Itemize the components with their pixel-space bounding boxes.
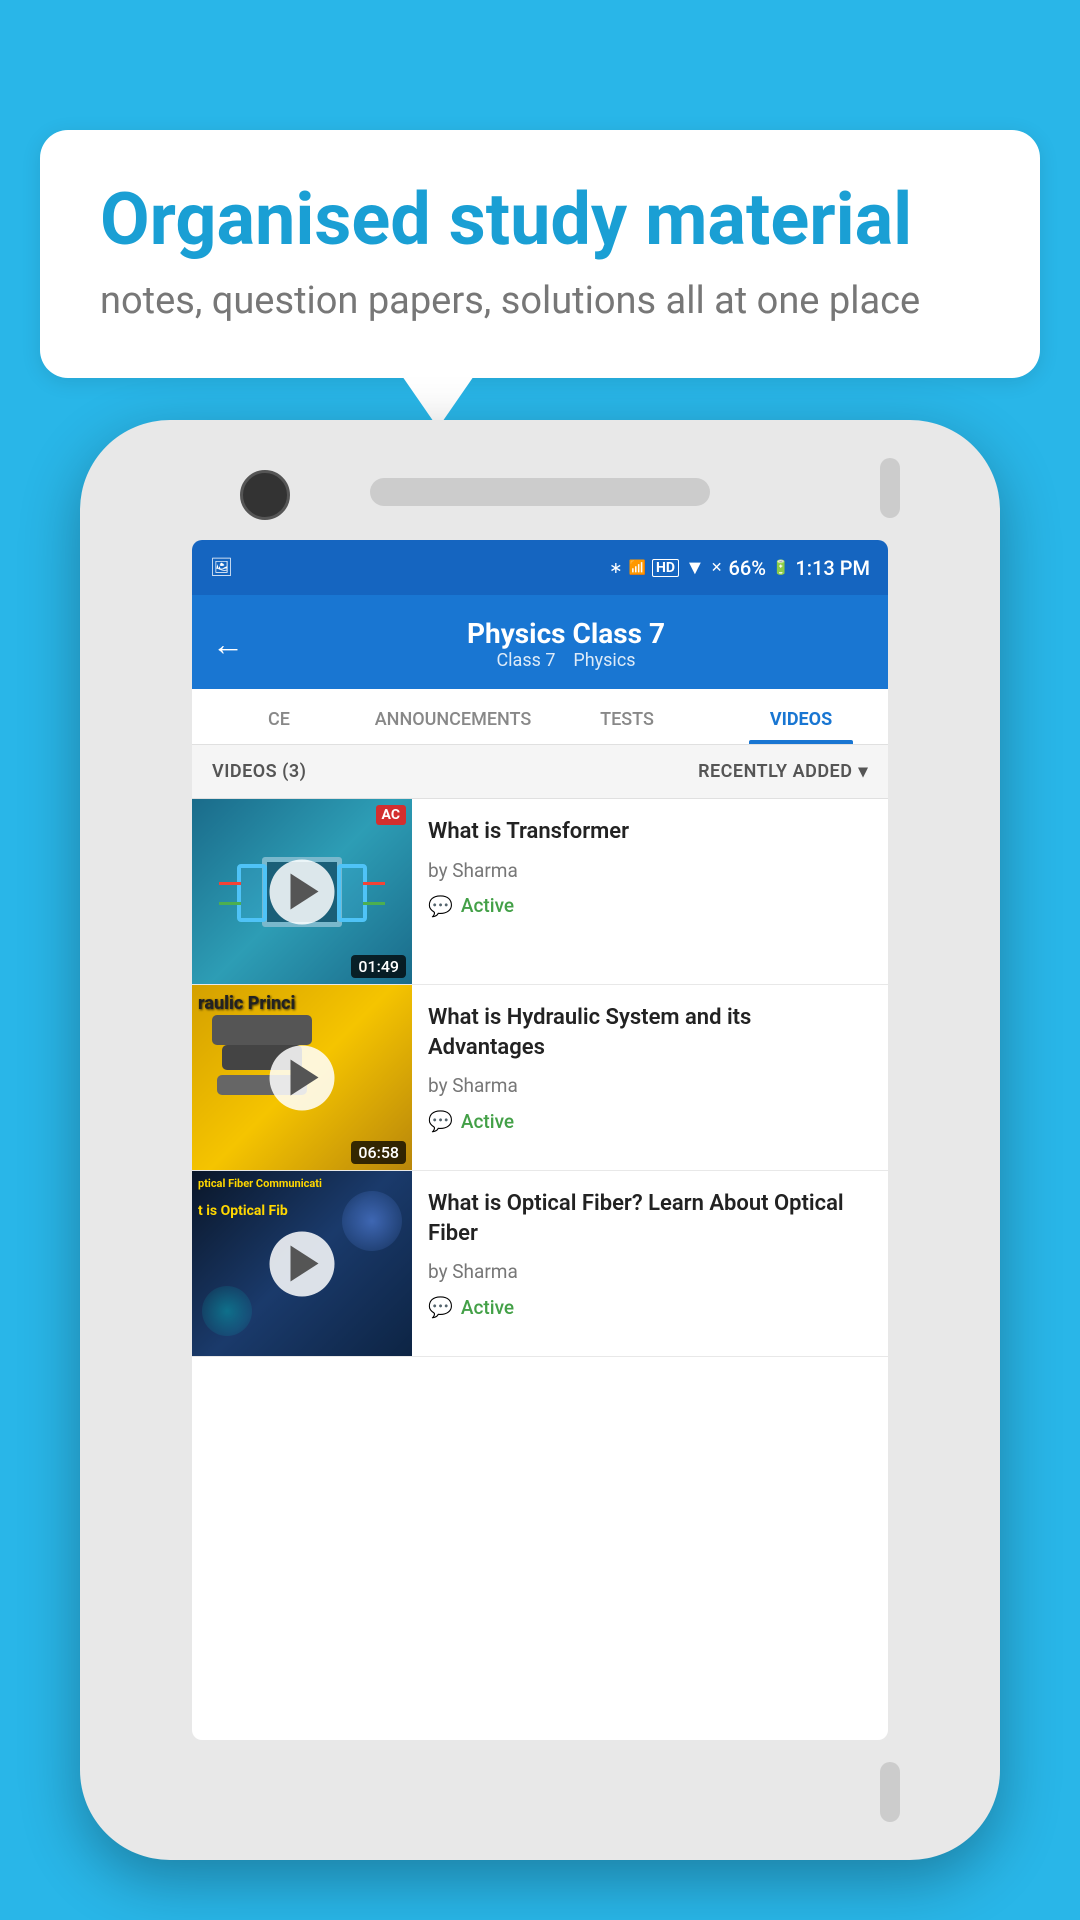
hd-badge: HD [652, 559, 679, 577]
phone-frame: 🖼 ∗ 📶 HD ▼ ✕ 66% 🔋 1:13 PM ← Physics Cla… [80, 420, 1000, 1860]
tab-announcements[interactable]: ANNOUNCEMENTS [366, 689, 540, 744]
video-info-2: What is Hydraulic System and its Advanta… [412, 985, 888, 1170]
video-duration-1: 01:49 [351, 955, 406, 978]
video-status-3: 💬 Active [428, 1295, 872, 1319]
thumb-text-3b: t is Optical Fib [198, 1203, 288, 1220]
image-icon: 🖼 [210, 557, 233, 578]
status-bar: 🖼 ∗ 📶 HD ▼ ✕ 66% 🔋 1:13 PM [192, 540, 888, 595]
app-bar-title-block: Physics Class 7 Class 7 Physics [264, 617, 868, 671]
play-button-3[interactable] [270, 1231, 335, 1296]
video-title-3: What is Optical Fiber? Learn About Optic… [428, 1189, 872, 1248]
video-thumbnail-1: AC 01:49 [192, 799, 412, 984]
phone-power-button [880, 458, 900, 518]
status-right: ∗ 📶 HD ▼ ✕ 66% 🔋 1:13 PM [609, 555, 870, 580]
video-author-3: by Sharma [428, 1260, 872, 1283]
video-count-label: VIDEOS (3) [212, 761, 306, 782]
bluetooth-icon: ∗ [609, 558, 622, 577]
active-status-1: Active [461, 894, 514, 917]
video-status-1: 💬 Active [428, 894, 872, 918]
signal-icon: 📶 [629, 560, 646, 576]
wifi-icon: ▼ [685, 555, 705, 580]
data-icon: ✕ [711, 560, 723, 576]
bubble-title: Organised study material [100, 180, 980, 259]
phone-volume-button [880, 1762, 900, 1822]
tab-bar: CE ANNOUNCEMENTS TESTS VIDEOS [192, 689, 888, 745]
app-bar: ← Physics Class 7 Class 7 Physics [192, 595, 888, 689]
thumb-text-3a: ptical Fiber Communicati [198, 1177, 322, 1190]
video-list: AC 01:49 What is Transformer by Sharma 💬… [192, 799, 888, 1357]
video-info-1: What is Transformer by Sharma 💬 Active [412, 799, 888, 984]
battery-icon: 🔋 [772, 560, 789, 576]
video-duration-2: 06:58 [351, 1141, 406, 1164]
phone-camera [240, 470, 290, 520]
video-status-2: 💬 Active [428, 1109, 872, 1133]
app-bar-title: Physics Class 7 [264, 617, 868, 650]
video-title-2: What is Hydraulic System and its Advanta… [428, 1003, 872, 1062]
sort-label: RECENTLY ADDED [698, 761, 852, 782]
thumb-text-2: raulic Princi [198, 993, 295, 1015]
battery-percent: 66% [728, 556, 765, 580]
time-display: 1:13 PM [795, 556, 870, 580]
bubble-subtitle: notes, question papers, solutions all at… [100, 279, 980, 323]
active-status-2: Active [461, 1110, 514, 1133]
video-author-2: by Sharma [428, 1074, 872, 1097]
video-author-1: by Sharma [428, 859, 872, 882]
list-item[interactable]: ptical Fiber Communicati t is Optical Fi… [192, 1171, 888, 1357]
tab-ce[interactable]: CE [192, 689, 366, 744]
tab-videos[interactable]: VIDEOS [714, 689, 888, 744]
list-item[interactable]: raulic Princi 06:58 What is Hydraulic Sy… [192, 985, 888, 1171]
video-thumbnail-2: raulic Princi 06:58 [192, 985, 412, 1170]
video-title-1: What is Transformer [428, 817, 872, 847]
chat-icon-2: 💬 [428, 1109, 453, 1133]
video-thumbnail-3: ptical Fiber Communicati t is Optical Fi… [192, 1171, 412, 1356]
play-button-2[interactable] [270, 1045, 335, 1110]
phone-speaker [370, 478, 710, 506]
active-status-3: Active [461, 1296, 514, 1319]
chat-icon-1: 💬 [428, 894, 453, 918]
sort-dropdown[interactable]: RECENTLY ADDED ▾ [698, 761, 868, 782]
speech-bubble: Organised study material notes, question… [40, 130, 1040, 378]
phone-screen: 🖼 ∗ 📶 HD ▼ ✕ 66% 🔋 1:13 PM ← Physics Cla… [192, 540, 888, 1740]
app-bar-subtitle: Class 7 Physics [264, 650, 868, 671]
ac-badge: AC [376, 805, 406, 825]
list-item[interactable]: AC 01:49 What is Transformer by Sharma 💬… [192, 799, 888, 985]
chevron-down-icon: ▾ [858, 761, 868, 782]
play-button-1[interactable] [270, 859, 335, 924]
back-button[interactable]: ← [212, 625, 244, 663]
chat-icon-3: 💬 [428, 1295, 453, 1319]
filter-bar: VIDEOS (3) RECENTLY ADDED ▾ [192, 745, 888, 799]
video-info-3: What is Optical Fiber? Learn About Optic… [412, 1171, 888, 1356]
tab-tests[interactable]: TESTS [540, 689, 714, 744]
status-left: 🖼 [210, 557, 233, 578]
